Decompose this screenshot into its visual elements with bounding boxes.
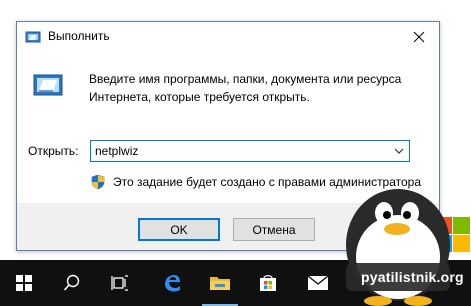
run-app-icon — [25, 29, 41, 45]
taskbar-task-view-button[interactable] — [96, 260, 144, 306]
close-icon — [413, 31, 425, 43]
taskbar-explorer-button[interactable] — [196, 260, 244, 306]
site-logo — [340, 177, 471, 306]
store-icon — [260, 275, 276, 291]
dropdown-button[interactable] — [389, 141, 409, 161]
task-view-icon — [111, 275, 128, 291]
windows-start-icon — [16, 275, 32, 291]
cancel-button[interactable]: Отмена — [233, 218, 315, 241]
taskbar-search-button[interactable] — [48, 260, 96, 306]
close-button[interactable] — [399, 22, 439, 52]
dialog-title: Выполнить — [48, 29, 110, 43]
edge-browser-icon — [165, 275, 180, 292]
search-icon — [63, 274, 80, 291]
watermark-text: pyatilistnik.org — [361, 269, 464, 285]
taskbar-edge-button[interactable] — [148, 260, 196, 306]
open-label: Открыть: — [28, 144, 79, 158]
title-bar[interactable]: Выполнить — [17, 22, 439, 52]
taskbar-start-button[interactable] — [0, 260, 48, 306]
taskbar-mail-button[interactable] — [294, 260, 342, 306]
open-combobox[interactable] — [90, 140, 410, 162]
run-program-icon — [32, 69, 64, 101]
chevron-down-icon — [394, 148, 404, 154]
file-explorer-icon — [210, 277, 230, 290]
open-input[interactable] — [91, 142, 381, 160]
taskbar-store-button[interactable] — [244, 260, 292, 306]
mail-icon — [307, 275, 329, 290]
uac-shield-icon — [90, 174, 106, 190]
ok-button[interactable]: OK — [138, 218, 220, 241]
dialog-description: Введите имя программы, папки, документа … — [89, 72, 402, 104]
penguin-logo-icon — [346, 189, 470, 306]
